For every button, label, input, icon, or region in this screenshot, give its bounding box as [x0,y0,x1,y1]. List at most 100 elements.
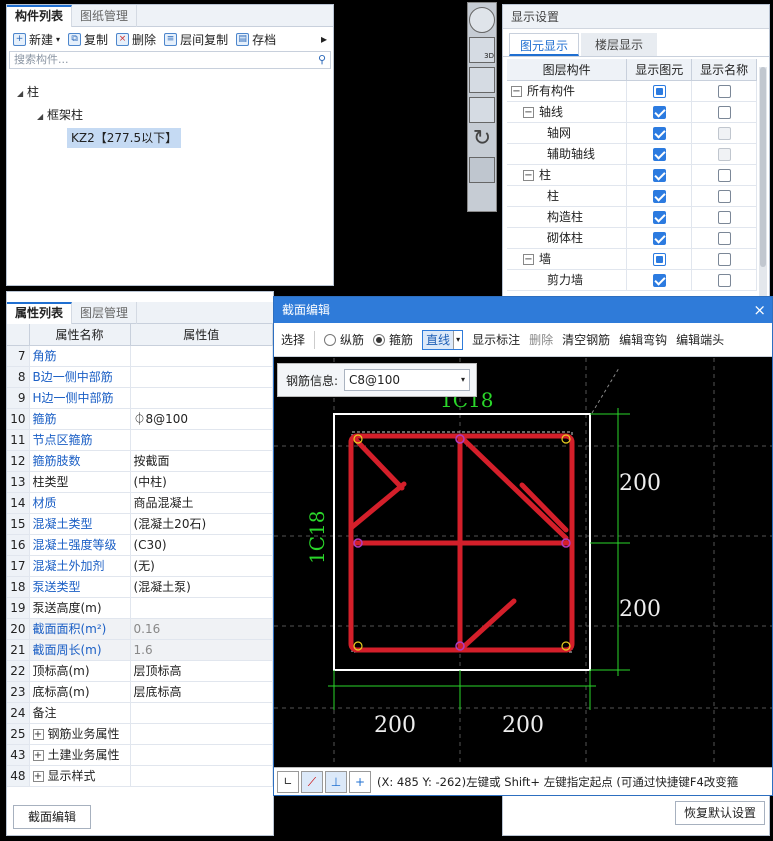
scroll-thumb[interactable] [760,67,766,267]
property-value[interactable]: 商品混凝土 [130,492,273,514]
property-row[interactable]: 13 柱类型 (中柱) [7,471,273,493]
property-row[interactable]: 23 底标高(m) 层底标高 [7,681,273,703]
show-name-checkbox[interactable] [717,273,731,287]
property-row[interactable]: 25 + 钢筋业务属性 [7,723,273,745]
radio-longitudinal[interactable]: 纵筋 [324,331,364,348]
layer-row[interactable]: 轴网 [507,122,757,144]
tree-node-column[interactable]: ◢ 柱 [17,81,39,103]
property-row[interactable]: 20 截面面积(m²) 0.16 [7,618,273,640]
property-value[interactable]: (混凝土20石) [130,513,273,535]
show-name-checkbox[interactable] [717,252,731,266]
snap-icon[interactable]: ⟋ [301,770,323,793]
tab-drawing-manage[interactable]: 图纸管理 [72,5,138,27]
layer-row[interactable]: − 柱 [507,164,757,186]
show-name-checkbox[interactable] [717,126,731,140]
property-value[interactable] [130,597,273,619]
tree-node-frame-column[interactable]: ◢ 框架柱 [37,104,83,126]
show-name-checkbox[interactable] [717,84,731,98]
property-value[interactable]: ⏀8@100 [130,408,273,430]
tab-floor-display[interactable]: 楼层显示 [581,33,658,56]
perpendicular-icon[interactable]: ⊥ [325,770,347,793]
ortho-icon[interactable]: ∟ [277,770,299,793]
property-row[interactable]: 8 B边一侧中部筋 [7,366,273,388]
property-value[interactable] [130,366,273,388]
section-canvas[interactable]: 1C18 1C18 200 200 200 200 [274,358,772,766]
add-point-icon[interactable]: + [349,770,371,793]
show-element-checkbox[interactable] [652,231,666,245]
property-row[interactable]: 14 材质 商品混凝土 [7,492,273,514]
expand-icon[interactable]: + [32,771,44,782]
search-icon[interactable]: ⚲ [318,52,326,68]
expand-icon[interactable]: + [32,750,44,761]
tab-element-display[interactable]: 图元显示 [509,33,580,56]
chevron-down-icon[interactable]: ▾ [461,370,465,390]
property-row[interactable]: 9 H边一侧中部筋 [7,387,273,409]
archive-button[interactable]: ▤ 存档 [236,31,276,48]
property-row[interactable]: 16 混凝土强度等级 (C30) [7,534,273,556]
property-row[interactable]: 7 角筋 [7,345,273,367]
property-value[interactable] [130,765,273,787]
property-value[interactable]: 0.16 [130,618,273,640]
tree-node-kz2[interactable]: KZ2【277.5以下】 [67,128,182,148]
show-element-checkbox[interactable] [652,210,666,224]
show-element-checkbox[interactable] [652,126,666,140]
property-value[interactable]: 层顶标高 [130,660,273,682]
cube-view-icon[interactable] [469,67,495,93]
component-search-input[interactable]: 搜索构件... ⚲ [9,51,331,69]
layer-row[interactable]: 柱 [507,185,757,207]
show-name-checkbox[interactable] [717,105,731,119]
rebar-info-input[interactable]: C8@100 ▾ [344,369,471,391]
collapse-icon[interactable]: − [523,254,534,265]
property-value[interactable] [130,387,273,409]
property-value[interactable] [130,744,273,766]
show-name-checkbox[interactable] [717,147,731,161]
delete-button[interactable]: × 删除 [116,31,156,48]
show-element-checkbox[interactable] [652,84,666,98]
show-element-checkbox[interactable] [652,105,666,119]
property-row[interactable]: 11 节点区箍筋 [7,429,273,451]
box-view-icon[interactable] [469,97,495,123]
collapse-icon[interactable]: − [511,86,522,97]
property-value[interactable]: (无) [130,555,273,577]
collapse-icon[interactable]: ◢ [17,89,23,98]
collapse-icon[interactable]: ◢ [37,112,43,121]
show-name-checkbox[interactable] [717,168,731,182]
property-row[interactable]: 17 混凝土外加剂 (无) [7,555,273,577]
layer-copy-button[interactable]: ≡ 层间复制 [164,31,228,48]
close-icon[interactable]: × [753,297,766,323]
property-row[interactable]: 10 箍筋 ⏀8@100 [7,408,273,430]
3d-view-icon[interactable]: 3D [469,37,495,63]
toolbar-more-icon[interactable]: ▸ [321,32,327,46]
property-value[interactable]: 层底标高 [130,681,273,703]
orbit-icon[interactable] [469,7,495,33]
delete-rebar-button[interactable]: 删除 [529,331,553,348]
property-value[interactable]: (C30) [130,534,273,556]
layer-row[interactable]: − 轴线 [507,101,757,123]
property-value[interactable]: (混凝土泵) [130,576,273,598]
copy-button[interactable]: ⧉ 复制 [68,31,108,48]
edit-hook-button[interactable]: 编辑弯钩 [619,331,667,348]
show-element-checkbox[interactable] [652,147,666,161]
expand-icon[interactable]: + [32,729,44,740]
show-name-checkbox[interactable] [717,210,731,224]
property-row[interactable]: 48 + 显示样式 [7,765,273,787]
property-row[interactable]: 21 截面周长(m) 1.6 [7,639,273,661]
show-element-checkbox[interactable] [652,273,666,287]
line-mode-select[interactable]: 直线 ▾ [422,329,464,350]
property-value[interactable]: (中柱) [130,471,273,493]
property-value[interactable]: 按截面 [130,450,273,472]
tab-layer-manage[interactable]: 图层管理 [72,302,138,324]
rotate-icon[interactable]: ↻ [469,127,495,153]
grid-icon[interactable] [469,157,495,183]
property-row[interactable]: 24 备注 [7,702,273,724]
layer-row[interactable]: − 墙 [507,248,757,270]
new-button[interactable]: + 新建 ▾ [13,31,60,48]
tab-component-list[interactable]: 构件列表 [7,5,73,27]
select-button[interactable]: 选择 [281,331,305,348]
property-row[interactable]: 12 箍筋肢数 按截面 [7,450,273,472]
layer-row[interactable]: 辅助轴线 [507,143,757,165]
restore-default-button[interactable]: 恢复默认设置 [675,801,765,825]
radio-stirrup[interactable]: 箍筋 [373,331,413,348]
property-value[interactable] [130,702,273,724]
property-row[interactable]: 18 泵送类型 (混凝土泵) [7,576,273,598]
